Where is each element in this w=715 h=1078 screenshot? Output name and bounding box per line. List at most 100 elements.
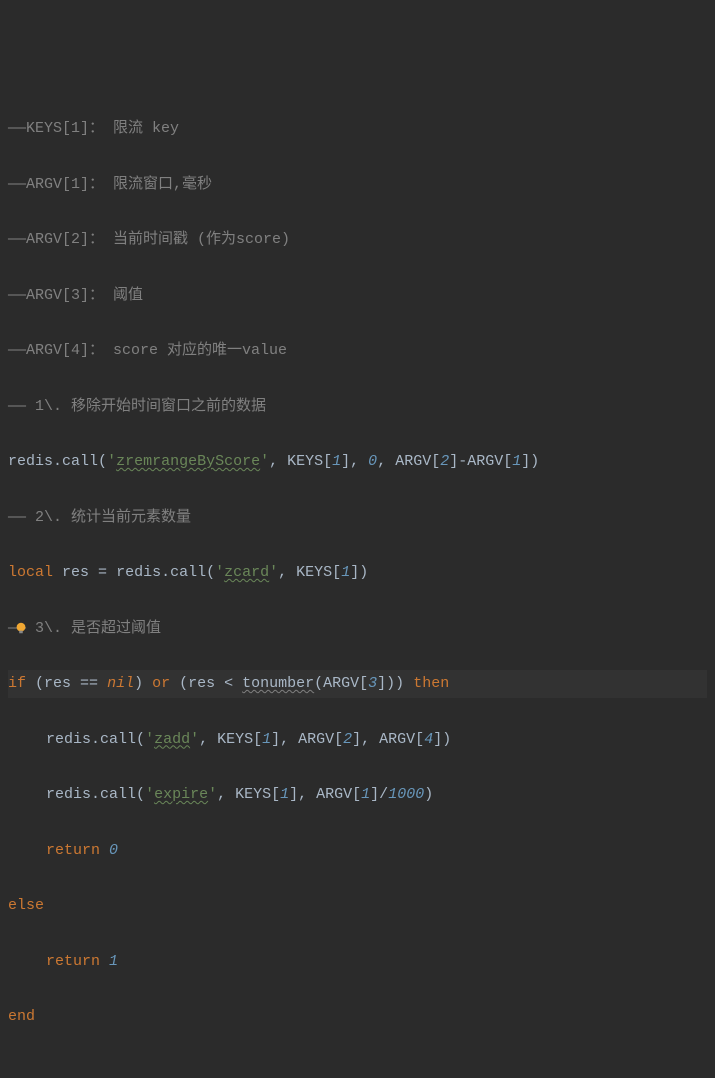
code-line: ——ARGV[1]： 限流窗口,毫秒 <box>8 171 707 199</box>
token: ' <box>107 453 116 470</box>
token: ], <box>341 453 368 470</box>
comment: ——ARGV[3]： 阈值 <box>8 287 143 304</box>
number: 1000 <box>388 786 424 803</box>
code-line: —— 3\. 是否超过阈值 <box>8 615 707 643</box>
token <box>98 675 107 692</box>
token: call <box>100 731 136 748</box>
code-line: end <box>8 1003 707 1031</box>
token <box>100 842 109 859</box>
code-line: ——ARGV[2]： 当前时间戳 (作为score) <box>8 226 707 254</box>
code-line: return 1 <box>8 948 707 976</box>
number: 2 <box>343 731 352 748</box>
token: call <box>100 786 136 803</box>
string-literal: zadd <box>154 731 190 748</box>
token: ]) <box>433 731 451 748</box>
token: ]) <box>350 564 368 581</box>
code-line: redis.call('zadd', KEYS[1], ARGV[2], ARG… <box>8 726 707 754</box>
token: redis <box>46 731 91 748</box>
token: redis <box>46 786 91 803</box>
keyword: else <box>8 897 44 914</box>
comment: —— 3\. 是否超过阈值 <box>8 620 161 637</box>
number: 2 <box>440 453 449 470</box>
code-line: else <box>8 892 707 920</box>
string-literal: zcard <box>224 564 269 581</box>
number: 1 <box>361 786 370 803</box>
token: ' <box>145 786 154 803</box>
token <box>107 564 116 581</box>
token: ( <box>136 731 145 748</box>
token: ' <box>260 453 269 470</box>
token: ) <box>134 675 152 692</box>
token: . <box>161 564 170 581</box>
code-line: —— 1\. 移除开始时间窗口之前的数据 <box>8 393 707 421</box>
comment: ——ARGV[1]： 限流窗口,毫秒 <box>8 176 212 193</box>
keyword: return <box>46 953 100 970</box>
token: (res <box>26 675 80 692</box>
keyword: then <box>413 675 449 692</box>
keyword: return <box>46 842 100 859</box>
token: ' <box>145 731 154 748</box>
token: ]/ <box>370 786 388 803</box>
token: == <box>80 675 98 692</box>
code-line: —— 2\. 统计当前元素数量 <box>8 504 707 532</box>
comment: —— 2\. 统计当前元素数量 <box>8 509 191 526</box>
token <box>100 953 109 970</box>
token: call <box>170 564 206 581</box>
number: 4 <box>424 731 433 748</box>
number: 1 <box>280 786 289 803</box>
comment: ——KEYS[1]： 限流 key <box>8 120 179 137</box>
keyword: if <box>8 675 26 692</box>
token: ( <box>98 453 107 470</box>
number: 1 <box>332 453 341 470</box>
token: ' <box>190 731 199 748</box>
token: ' <box>269 564 278 581</box>
token: , KEYS[ <box>217 786 280 803</box>
number: 1 <box>109 953 118 970</box>
token: ) <box>424 786 433 803</box>
token: ' <box>215 564 224 581</box>
token: redis <box>116 564 161 581</box>
code-line: return 0 <box>8 837 707 865</box>
token: redis <box>8 453 53 470</box>
keyword: end <box>8 1008 35 1025</box>
number: 0 <box>368 453 377 470</box>
token: ], ARGV[ <box>271 731 343 748</box>
token: . <box>53 453 62 470</box>
keyword: or <box>152 675 170 692</box>
string-literal: zremrangeByScore <box>116 453 260 470</box>
number: 1 <box>341 564 350 581</box>
code-line: redis.call('zremrangeByScore', KEYS[1], … <box>8 448 707 476</box>
token: call <box>62 453 98 470</box>
lightbulb-icon[interactable] <box>14 621 28 635</box>
code-line: local res = redis.call('zcard', KEYS[1]) <box>8 559 707 587</box>
comment: ——ARGV[4]： score 对应的唯一value <box>8 342 287 359</box>
token: , KEYS[ <box>278 564 341 581</box>
code-line: ——ARGV[4]： score 对应的唯一value <box>8 337 707 365</box>
token: ], ARGV[ <box>289 786 361 803</box>
function-call: tonumber <box>242 675 314 692</box>
token: ]) <box>521 453 539 470</box>
keyword: local <box>8 564 53 581</box>
string-literal: expire <box>154 786 208 803</box>
number: 3 <box>368 675 377 692</box>
number: 1 <box>262 731 271 748</box>
token: ' <box>208 786 217 803</box>
code-line: ——ARGV[3]： 阈值 <box>8 282 707 310</box>
token: ], ARGV[ <box>352 731 424 748</box>
token: res <box>53 564 98 581</box>
comment: ——ARGV[2]： 当前时间戳 (作为score) <box>8 231 290 248</box>
number: 0 <box>109 842 118 859</box>
token: , ARGV[ <box>377 453 440 470</box>
token: ]-ARGV[ <box>449 453 512 470</box>
code-line-active: if (res == nil) or (res < tonumber(ARGV[… <box>8 670 707 698</box>
token: (res < <box>170 675 242 692</box>
token: ( <box>206 564 215 581</box>
number: 1 <box>512 453 521 470</box>
token: ( <box>136 786 145 803</box>
token: . <box>91 731 100 748</box>
code-line: ——KEYS[1]： 限流 key <box>8 115 707 143</box>
token: , KEYS[ <box>199 731 262 748</box>
token: = <box>98 564 107 581</box>
token: (ARGV[ <box>314 675 368 692</box>
token: , KEYS[ <box>269 453 332 470</box>
